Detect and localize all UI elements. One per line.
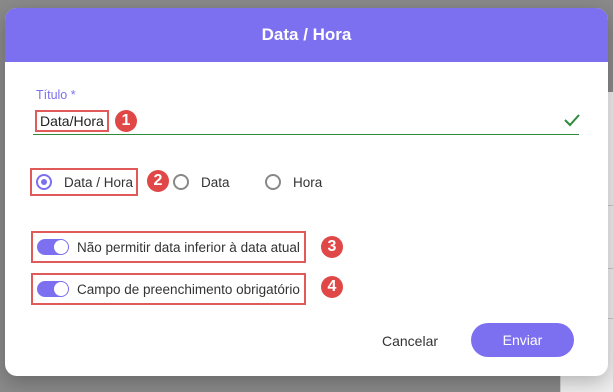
title-field-value[interactable]: Data/Hora <box>35 110 109 132</box>
title-field-label: Título * <box>36 88 76 102</box>
radio-unchecked-icon <box>265 174 281 190</box>
radio-option-time[interactable]: Hora <box>265 170 322 194</box>
dialog-title: Data / Hora <box>261 25 352 44</box>
radio-label: Data / Hora <box>64 174 134 190</box>
cancel-button[interactable]: Cancelar <box>365 325 455 357</box>
toggle-switch[interactable] <box>37 239 69 255</box>
toggle-required[interactable]: Campo de preenchimento obrigatório <box>31 273 306 305</box>
annotation-badge-1: 1 <box>115 110 137 132</box>
radio-checked-icon <box>36 174 52 190</box>
toggle-label: Campo de preenchimento obrigatório <box>77 281 300 297</box>
radio-unchecked-icon <box>173 174 189 190</box>
radio-label: Hora <box>293 174 323 190</box>
send-button[interactable]: Enviar <box>471 323 574 357</box>
radio-option-date-time[interactable]: Data / Hora <box>30 168 139 196</box>
annotation-badge-4: 4 <box>321 276 343 298</box>
toggle-switch[interactable] <box>37 281 69 297</box>
toggle-label: Não permitir data inferior à data atual <box>77 239 300 255</box>
annotation-badge-3: 3 <box>321 236 343 258</box>
radio-option-date[interactable]: Data <box>173 170 230 194</box>
date-type-radio-group: Data / Hora 2 Data Hora <box>5 168 608 196</box>
dialog-header: Data / Hora <box>5 8 608 62</box>
annotation-badge-2: 2 <box>147 170 169 192</box>
date-time-dialog: Data / Hora Título * Data/Hora 1 Data / … <box>5 8 608 376</box>
radio-label: Data <box>201 174 230 190</box>
toggle-min-date[interactable]: Não permitir data inferior à data atual <box>31 231 306 263</box>
check-icon <box>564 114 580 127</box>
